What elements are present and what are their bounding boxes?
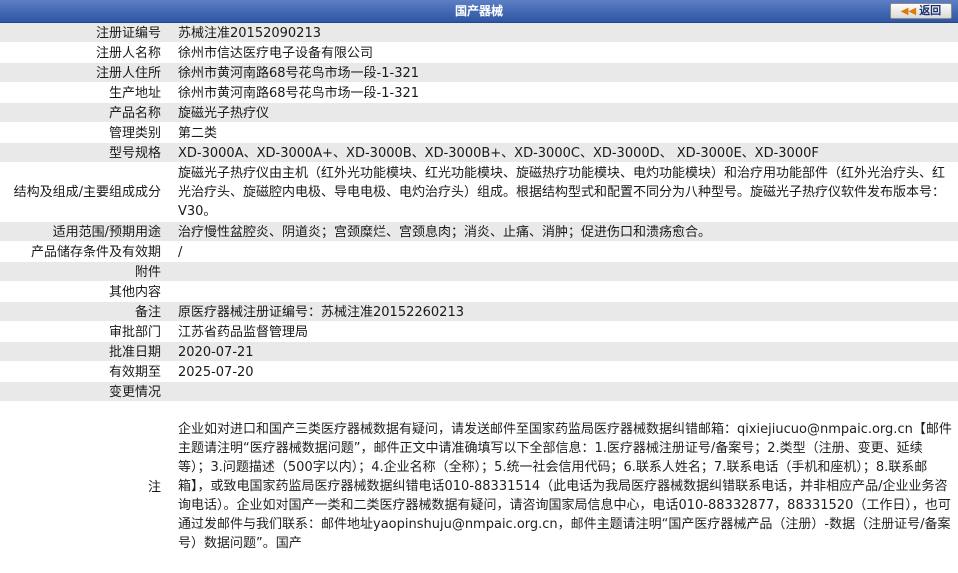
field-label: 产品储存条件及有效期 — [30, 244, 161, 260]
detail-row: 注册人名称 徐州市信达医疗电子设备有限公司 — [0, 43, 958, 63]
field-label: 管理类别 — [108, 125, 161, 141]
field-value: 2025-07-20 — [178, 364, 254, 380]
field-value — [168, 382, 958, 401]
detail-row: 其他内容 — [0, 282, 958, 302]
field-label: 适用范围/预期用途 — [52, 224, 161, 240]
field-value: 徐州市黄河南路68号花鸟市场一段-1-321 — [178, 85, 420, 101]
field-label: 注册证编号 — [95, 25, 161, 41]
notes-body: 企业如对进口和国产三类医疗器械数据有疑问，请发送邮件至国家药监局医疗器械数据纠错… — [178, 422, 952, 551]
detail-row: 注册证编号 苏械注准20152090213 — [0, 23, 958, 43]
detail-row: 型号规格 XD-3000A、XD-3000A+、XD-3000B、XD-3000… — [0, 143, 958, 163]
detail-row: 有效期至 2025-07-20 — [0, 362, 958, 382]
detail-row: 产品储存条件及有效期 / — [0, 242, 958, 262]
detail-row: 批准日期 2020-07-21 — [0, 342, 958, 362]
detail-row: 审批部门 江苏省药品监督管理局 — [0, 322, 958, 342]
field-label: 生产地址 — [108, 85, 161, 101]
field-value — [168, 262, 958, 281]
field-value: 原医疗器械注册证编号：苏械注准20152260213 — [178, 304, 464, 320]
field-label: 型号规格 — [108, 145, 161, 161]
field-value: 苏械注准20152090213 — [178, 25, 321, 41]
notes-row: 注 企业如对进口和国产三类医疗器械数据有疑问，请发送邮件至国家药监局医疗器械数据… — [0, 402, 958, 573]
back-arrow-icon: ◀◀ — [900, 6, 917, 17]
field-label: 有效期至 — [108, 364, 161, 380]
detail-row: 生产地址 徐州市黄河南路68号花鸟市场一段-1-321 — [0, 83, 958, 103]
field-value: 江苏省药品监督管理局 — [178, 324, 309, 340]
back-button-label: 返回 — [919, 4, 942, 17]
field-label: 其他内容 — [108, 284, 161, 300]
field-value — [168, 282, 958, 301]
field-value: XD-3000A、XD-3000A+、XD-3000B、XD-3000B+、XD… — [178, 145, 819, 161]
detail-row: 管理类别 第二类 — [0, 123, 958, 143]
title-bar: 国产器械 ◀◀ 返回 — [0, 0, 958, 23]
field-label: 注册人名称 — [95, 45, 161, 61]
field-label: 注册人住所 — [95, 65, 161, 81]
field-label: 附件 — [134, 264, 161, 280]
field-label: 审批部门 — [108, 324, 161, 340]
detail-row: 变更情况 — [0, 382, 958, 402]
detail-row: 备注 原医疗器械注册证编号：苏械注准20152260213 — [0, 302, 958, 322]
field-label: 备注 — [134, 304, 161, 320]
detail-table: 注册证编号 苏械注准20152090213 注册人名称 徐州市信达医疗电子设备有… — [0, 23, 958, 573]
field-value: 徐州市信达医疗电子设备有限公司 — [178, 45, 374, 61]
field-label: 结构及组成/主要组成成分 — [13, 185, 161, 200]
detail-row: 结构及组成/主要组成成分 旋磁光子热疗仪由主机（红外光功能模块、红光功能模块、旋… — [0, 163, 958, 222]
field-value: 旋磁光子热疗仪由主机（红外光功能模块、红光功能模块、旋磁热疗功能模块、电灼功能模… — [178, 166, 946, 219]
detail-row: 产品名称 旋磁光子热疗仪 — [0, 103, 958, 123]
field-value: 治疗慢性盆腔炎、阴道炎；宫颈糜烂、宫颈息肉；消炎、止痛、消肿；促进伤口和溃疡愈合… — [178, 224, 712, 240]
field-value: 2020-07-21 — [178, 344, 254, 360]
field-label: 变更情况 — [108, 384, 161, 400]
field-label: 产品名称 — [108, 105, 161, 121]
field-label: 批准日期 — [108, 344, 161, 360]
field-value: 第二类 — [178, 125, 218, 141]
back-button[interactable]: ◀◀ 返回 — [890, 3, 952, 19]
field-value: / — [178, 244, 183, 260]
field-value: 徐州市黄河南路68号花鸟市场一段-1-321 — [178, 65, 420, 81]
field-value: 旋磁光子热疗仪 — [178, 105, 270, 121]
detail-row: 注册人住所 徐州市黄河南路68号花鸟市场一段-1-321 — [0, 63, 958, 83]
page-title: 国产器械 — [454, 4, 503, 18]
detail-row: 附件 — [0, 262, 958, 282]
detail-row: 适用范围/预期用途 治疗慢性盆腔炎、阴道炎；宫颈糜烂、宫颈息肉；消炎、止痛、消肿… — [0, 222, 958, 242]
